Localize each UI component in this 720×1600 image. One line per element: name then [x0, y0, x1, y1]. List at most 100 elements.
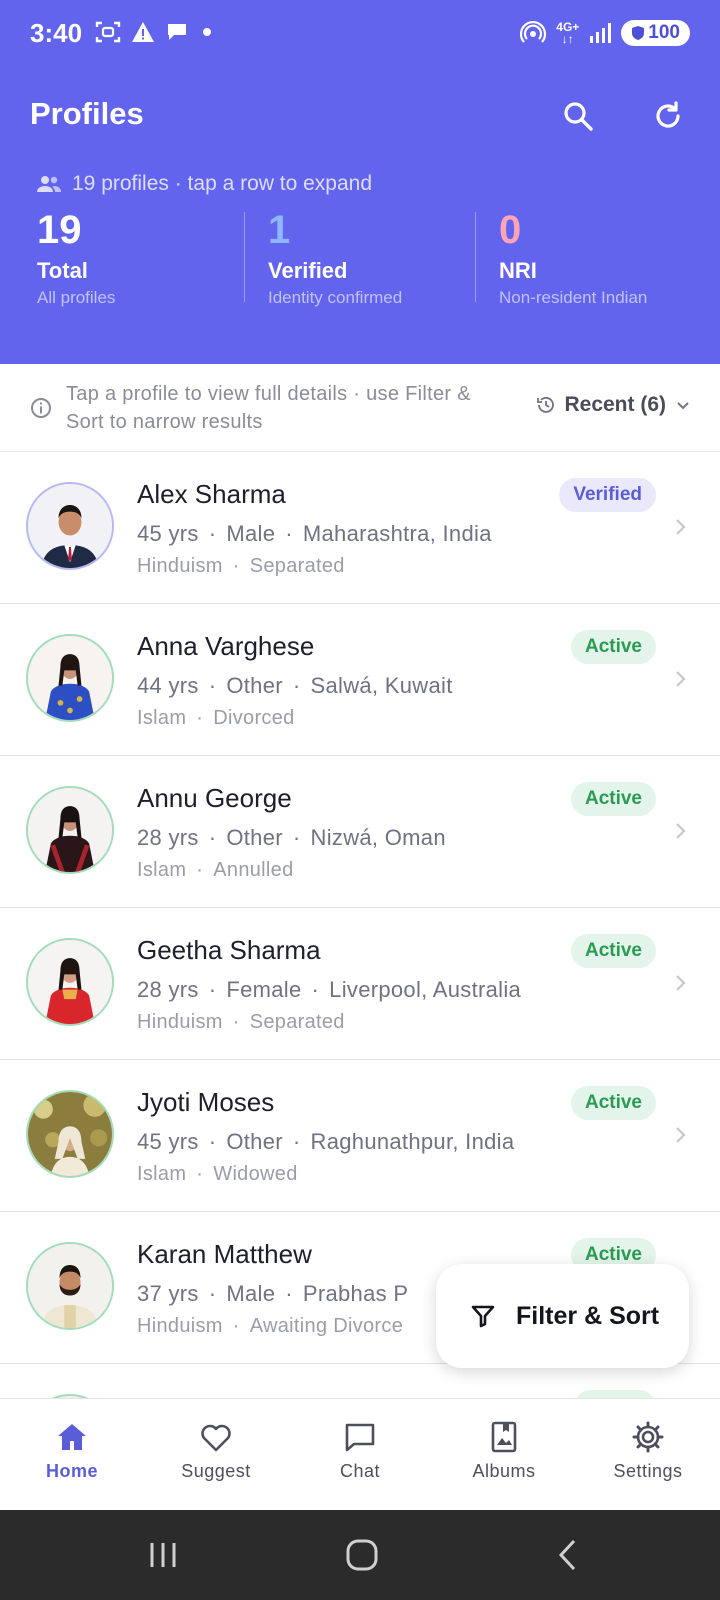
profile-meta-secondary: Islam · Divorced: [137, 707, 295, 729]
album-icon: [491, 1421, 517, 1453]
home-system-icon[interactable]: [345, 1538, 379, 1572]
profile-meta: 28 yrs · Other · Nizwá, Oman: [137, 825, 446, 850]
chevron-right-icon: [676, 671, 686, 687]
profile-religion: Hinduism: [137, 1011, 223, 1033]
network-type: 4G+ ↓↑: [556, 20, 580, 46]
status-badge: Active: [570, 630, 656, 664]
profile-religion: Islam: [137, 1163, 187, 1185]
profile-row[interactable]: Geetha Sharma 28 yrs · Female · Liverpool, A…: [0, 908, 720, 1060]
stat-total: 19 Total All profiles: [37, 208, 115, 308]
profile-row[interactable]: Anna Varghese 44 yrs · Other · Salwá, Kuwait…: [0, 604, 720, 756]
profile-name: Jyoti Moses: [137, 1087, 275, 1117]
profile-marital-status: Divorced: [213, 707, 295, 729]
gear-icon: [632, 1421, 664, 1453]
refresh-button[interactable]: [648, 96, 688, 136]
profile-name: Alex Sharma: [137, 479, 286, 509]
recent-dropdown[interactable]: Recent (6): [536, 393, 692, 417]
chevron-down-icon: [677, 402, 689, 410]
profile-row[interactable]: Jyoti Moses 45 yrs · Other · Raghunathpur, I…: [0, 1060, 720, 1212]
chevron-right-icon: [676, 975, 686, 991]
avatar: [26, 1242, 114, 1330]
status-badge: Active: [570, 1086, 656, 1120]
profile-meta-secondary: Islam · Widowed: [137, 1163, 298, 1185]
avatar: [26, 1090, 114, 1178]
info-text: Tap a profile to view full details · use…: [66, 383, 471, 433]
nav-settings[interactable]: Settings: [576, 1399, 720, 1510]
notification-icons: [95, 20, 215, 44]
profile-meta: 28 yrs · Female · Liverpool, Australia: [137, 977, 522, 1002]
nav-label: Home: [45, 1461, 98, 1481]
stat-nri: 0 NRI Non-resident Indian: [499, 208, 647, 308]
stat-value: 19: [37, 208, 82, 252]
refresh-icon: [656, 101, 680, 128]
stat-sub: Non-resident Indian: [499, 288, 648, 307]
profile-meta: 45 yrs · Other · Raghunathpur, India: [137, 1129, 515, 1154]
status-bar: 3:40 4G+ ↓↑ 100: [0, 0, 720, 70]
profile-gender: Other: [226, 673, 283, 698]
profile-religion: Islam: [137, 859, 187, 881]
search-button[interactable]: [558, 96, 598, 136]
profile-name: Anna Varghese: [137, 631, 315, 661]
nav-albums[interactable]: Albums: [432, 1399, 576, 1510]
profile-meta: 44 yrs · Other · Salwá, Kuwait: [137, 673, 453, 698]
profile-gender: Male: [226, 1281, 276, 1306]
nav-label: Albums: [472, 1461, 536, 1481]
nav-label: Suggest: [181, 1461, 251, 1481]
nav-suggest[interactable]: Suggest: [144, 1399, 288, 1510]
battery-indicator: 100: [621, 20, 690, 46]
stat-sub: All profiles: [37, 288, 116, 307]
filter-icon: [471, 1305, 495, 1328]
stat-label: Verified: [268, 258, 348, 283]
search-icon: [564, 102, 593, 131]
heart-icon: [201, 1424, 231, 1452]
chat-bubble-icon: [168, 24, 186, 40]
profile-row[interactable]: Annu George 28 yrs · Other · Nizwá, Oman Isl…: [0, 756, 720, 908]
avatar: [26, 786, 114, 874]
stat-label: NRI: [499, 258, 537, 283]
warning-icon: [132, 22, 154, 42]
stat-label: Total: [37, 258, 88, 283]
profile-age: 37 yrs: [137, 1281, 199, 1306]
profile-gender: Other: [226, 1129, 283, 1154]
stat-divider: [244, 212, 245, 302]
profile-age: 45 yrs: [137, 521, 199, 546]
profile-name: Karan Matthew: [137, 1239, 312, 1269]
bottom-nav: Home Suggest Chat Albums Settings: [0, 1398, 720, 1510]
profile-marital-status: Separated: [249, 555, 345, 577]
people-icon: [37, 176, 61, 192]
chevron-right-icon: [676, 1127, 686, 1143]
recents-icon[interactable]: [146, 1538, 180, 1572]
back-icon[interactable]: [552, 1538, 586, 1572]
profile-count-line: 19 profiles · tap a row to expand: [36, 172, 372, 196]
avatar: [26, 482, 114, 570]
nav-home[interactable]: Home: [0, 1399, 144, 1510]
profile-row[interactable]: Alex Sharma 45 yrs · Male · Maharashtra, Ind…: [0, 452, 720, 604]
status-time: 3:40: [30, 18, 83, 48]
home-icon: [58, 1424, 86, 1450]
filter-sort-button[interactable]: Filter & Sort: [436, 1264, 689, 1368]
info-bar: Tap a profile to view full details · use…: [0, 364, 720, 452]
profile-location: Nizwá, Oman: [310, 825, 446, 850]
profile-marital-status: Separated: [249, 1011, 345, 1033]
signal-icon: [590, 23, 612, 43]
profile-location: Raghunathpur, India: [310, 1129, 515, 1154]
profile-location: Liverpool, Australia: [329, 977, 522, 1002]
page-title: Profiles: [30, 96, 144, 131]
stat-value: 0: [499, 208, 522, 252]
recent-label: Recent (6): [564, 393, 666, 416]
profile-gender: Male: [226, 521, 276, 546]
screenshot-icon: [95, 21, 121, 43]
profile-meta: 37 yrs · Male · Prabhas P: [137, 1281, 409, 1306]
nav-chat[interactable]: Chat: [288, 1399, 432, 1510]
profile-name: Annu George: [137, 783, 292, 813]
profile-meta-secondary: Hinduism · Separated: [137, 1011, 345, 1033]
profile-location: Salwá, Kuwait: [310, 673, 453, 698]
profile-row-partial[interactable]: [0, 1364, 720, 1398]
stat-sub: Identity confirmed: [268, 288, 403, 307]
profile-religion: Hinduism: [137, 555, 223, 577]
profile-religion: Hinduism: [137, 1315, 223, 1337]
status-badge: Active: [570, 782, 656, 816]
chevron-right-icon: [676, 519, 686, 535]
profile-name: Geetha Sharma: [137, 935, 321, 965]
profile-age: 28 yrs: [137, 977, 199, 1002]
